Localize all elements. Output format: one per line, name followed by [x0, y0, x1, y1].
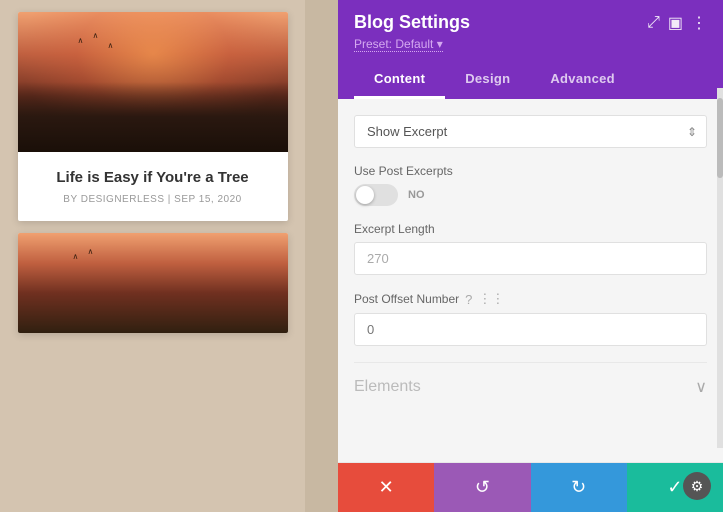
settings-panel: Blog Settings ⤢ ▣ ⋮ Preset: Default ▾ Co…: [338, 0, 723, 512]
redo-button[interactable]: ↻: [531, 463, 627, 512]
blog-card-image: ∧ ∧ ∧: [18, 12, 288, 152]
panel-toolbar: ✕ ↺ ↻ ✓: [338, 462, 723, 512]
post-offset-input[interactable]: [354, 313, 707, 346]
panel-title: Blog Settings: [354, 12, 470, 33]
panel-header: Blog Settings ⤢ ▣ ⋮ Preset: Default ▾ Co…: [338, 0, 723, 99]
panel-body: Show Excerpt Use Post Excerpts NO Excerp…: [338, 99, 723, 462]
bird-decoration: ∧: [93, 32, 99, 40]
tab-content[interactable]: Content: [354, 61, 445, 99]
blog-card-meta: BY DESIGNERLESS | SEP 15, 2020: [34, 194, 272, 205]
panel-preset: Preset: Default ▾: [354, 37, 707, 51]
panel-tabs: Content Design Advanced: [354, 61, 707, 99]
layout-icon[interactable]: ▣: [668, 13, 683, 33]
scrollbar-thumb: [717, 98, 723, 178]
blog-card-secondary: ∧ ∧: [18, 233, 288, 333]
excerpt-length-input[interactable]: [354, 242, 707, 275]
toggle-knob: [356, 186, 374, 204]
post-offset-label: Post Offset Number ? ⋮⋮: [354, 291, 707, 307]
panel-header-top: Blog Settings ⤢ ▣ ⋮: [354, 12, 707, 33]
toggle-wrapper: NO: [354, 184, 707, 206]
excerpt-length-field: Excerpt Length: [354, 222, 707, 275]
corner-settings-icon[interactable]: ⚙: [683, 472, 711, 500]
elements-section-header[interactable]: Elements ∨: [354, 362, 707, 401]
cancel-button[interactable]: ✕: [338, 463, 434, 512]
post-excerpts-toggle[interactable]: [354, 184, 398, 206]
post-offset-field: Post Offset Number ? ⋮⋮: [354, 291, 707, 346]
scrollbar-track[interactable]: [717, 88, 723, 448]
excerpt-length-label: Excerpt Length: [354, 222, 707, 236]
elements-section-title: Elements: [354, 378, 421, 396]
panel-header-icons: ⤢ ▣ ⋮: [647, 13, 707, 33]
bird-decoration-2: ∧: [73, 253, 79, 261]
undo-button[interactable]: ↺: [434, 463, 530, 512]
bird-decoration: ∧: [108, 42, 114, 50]
show-excerpt-field: Show Excerpt: [354, 115, 707, 148]
more-options-icon[interactable]: ⋮: [691, 13, 707, 33]
help-icon[interactable]: ?: [465, 292, 472, 307]
blog-card-title: Life is Easy if You're a Tree: [34, 168, 272, 188]
field-menu-icon[interactable]: ⋮⋮: [478, 291, 504, 307]
toggle-state-label: NO: [408, 189, 425, 201]
blog-preview-area: ∧ ∧ ∧ Life is Easy if You're a Tree BY D…: [0, 0, 305, 512]
show-excerpt-select-wrapper: Show Excerpt: [354, 115, 707, 148]
blog-card-secondary-image: ∧ ∧: [18, 233, 288, 333]
tab-advanced[interactable]: Advanced: [530, 61, 635, 99]
blog-card-content: Life is Easy if You're a Tree BY DESIGNE…: [18, 152, 288, 221]
use-post-excerpts-label: Use Post Excerpts: [354, 164, 707, 178]
preset-label[interactable]: Preset: Default ▾: [354, 37, 443, 52]
blog-card-main: ∧ ∧ ∧ Life is Easy if You're a Tree BY D…: [18, 12, 288, 221]
bird-decoration-2: ∧: [88, 248, 94, 256]
elements-chevron-down-icon: ∨: [695, 377, 707, 397]
show-excerpt-select[interactable]: Show Excerpt: [354, 115, 707, 148]
resize-icon[interactable]: ⤢: [647, 14, 660, 32]
use-post-excerpts-field: Use Post Excerpts NO: [354, 164, 707, 206]
tab-design[interactable]: Design: [445, 61, 530, 99]
bird-decoration: ∧: [78, 37, 84, 45]
